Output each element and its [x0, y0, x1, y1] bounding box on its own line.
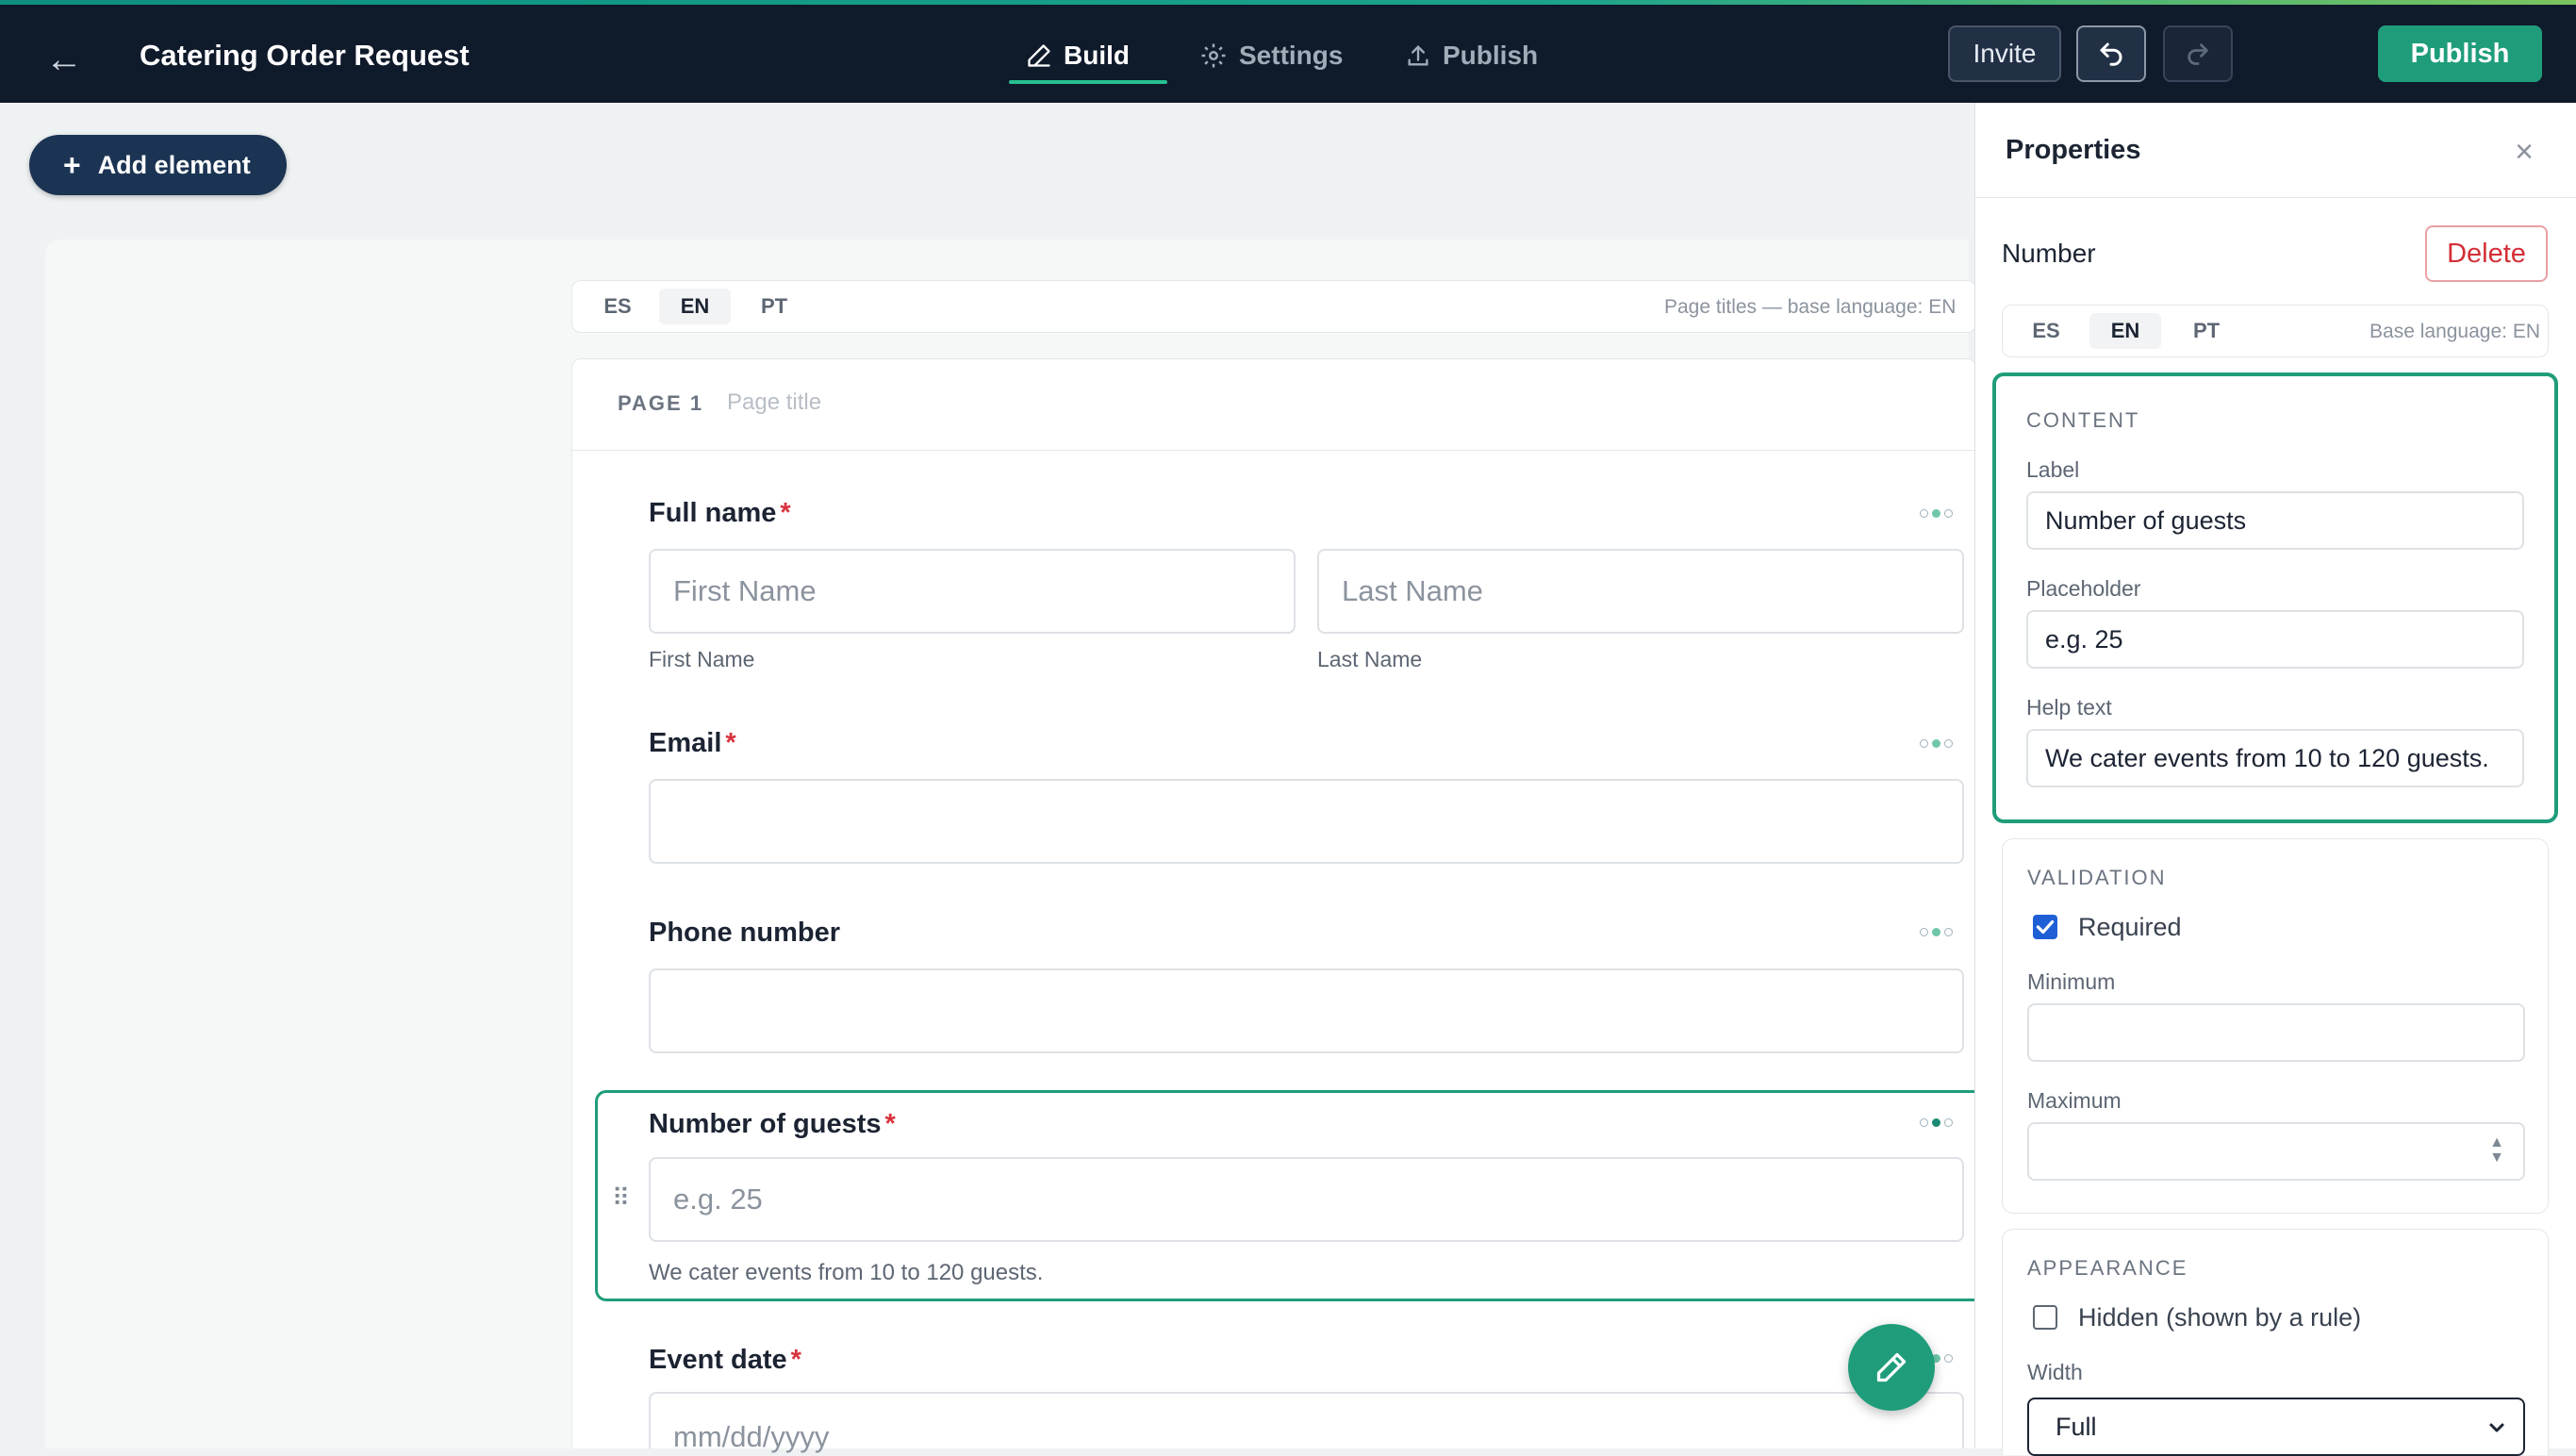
maximum-label: Maximum — [2027, 1088, 2122, 1113]
tab-publish[interactable]: Publish — [1405, 33, 1538, 78]
redo-button[interactable] — [2163, 25, 2233, 82]
page-number: PAGE 1 — [618, 391, 704, 415]
close-icon[interactable]: × — [2505, 133, 2543, 171]
top-bar: ← Catering Order Request Build Settings … — [0, 5, 2576, 103]
label-field-label: Label — [2026, 457, 2080, 482]
gear-icon — [1201, 43, 1226, 68]
last-name-input[interactable]: Last Name — [1317, 549, 1964, 634]
last-name-sublabel: Last Name — [1317, 647, 1423, 671]
invite-button[interactable]: Invite — [1948, 25, 2061, 82]
event-date-input[interactable]: mm/dd/yyyy — [649, 1392, 1964, 1453]
tab-settings-label: Settings — [1239, 41, 1344, 70]
delete-button[interactable]: Delete — [2425, 225, 2548, 282]
placeholder-input[interactable]: e.g. 25 — [2026, 610, 2524, 669]
lang-pt[interactable]: PT — [738, 289, 810, 324]
back-arrow-icon[interactable]: ← — [43, 39, 85, 80]
panel-language-switcher: ES EN PT Base language: EN — [2002, 305, 2549, 357]
lang-es[interactable]: ES — [2010, 313, 2082, 349]
validation-section: VALIDATION Required Minimum Maximum ▲ ▼ — [2002, 838, 2549, 1214]
content-section: CONTENT Label Number of guests Placehold… — [1992, 372, 2558, 823]
publish-button[interactable]: Publish — [2378, 25, 2542, 82]
undo-icon — [2100, 42, 2122, 66]
field-options-icon[interactable] — [1920, 505, 1961, 518]
tab-settings[interactable]: Settings — [1199, 33, 1343, 78]
pencil-icon — [1876, 1352, 1907, 1382]
width-select-value: Full — [2056, 1412, 2097, 1441]
event-date-label: Event date * — [649, 1345, 801, 1376]
guests-help-text: We cater events from 10 to 120 guests. — [649, 1260, 1044, 1285]
first-name-input[interactable]: First Name — [649, 549, 1296, 634]
active-tab-indicator — [1009, 80, 1167, 84]
lang-pt[interactable]: PT — [2171, 313, 2242, 349]
page-header: PAGE 1 Page title — [572, 359, 1975, 451]
required-asterisk: * — [790, 1345, 801, 1375]
pencil-icon — [1028, 44, 1050, 67]
redo-icon — [2188, 43, 2208, 65]
add-element-button[interactable]: + Add element — [29, 135, 287, 195]
appearance-section: APPEARANCE Hidden (shown by a rule) Widt… — [2002, 1229, 2549, 1456]
content-heading: CONTENT — [2026, 408, 2140, 432]
maximum-input[interactable]: ▲ ▼ — [2027, 1122, 2525, 1181]
email-label: Email * — [649, 728, 736, 759]
help-text-field-label: Help text — [2026, 695, 2112, 720]
required-asterisk: * — [780, 498, 791, 528]
minimum-label: Minimum — [2027, 969, 2116, 994]
lang-en[interactable]: EN — [2089, 313, 2161, 349]
panel-language-hint: Base language: EN — [2370, 321, 2540, 342]
label-input[interactable]: Number of guests — [2026, 491, 2524, 550]
canvas-language-hint: Page titles — base language: EN — [1664, 296, 1957, 318]
validation-heading: VALIDATION — [2027, 866, 2167, 889]
placeholder-field-label: Placeholder — [2026, 576, 2141, 601]
required-label: Required — [2078, 913, 2182, 941]
help-text-input[interactable]: We cater events from 10 to 120 guests. — [2026, 729, 2524, 787]
phone-input[interactable] — [649, 968, 1964, 1053]
guests-input[interactable]: e.g. 25 — [649, 1157, 1964, 1242]
full-name-label: Full name * — [649, 498, 791, 529]
minimum-input[interactable] — [2027, 1003, 2525, 1062]
email-input[interactable] — [649, 779, 1964, 864]
field-type-name: Number — [2002, 239, 2096, 268]
field-options-icon[interactable] — [1920, 1115, 1961, 1127]
first-name-sublabel: First Name — [649, 647, 755, 671]
field-options-icon[interactable] — [1920, 736, 1961, 748]
checkmark-icon — [2036, 919, 2055, 935]
page-title-input[interactable]: Page title — [727, 389, 821, 416]
hidden-label: Hidden (shown by a rule) — [2078, 1303, 2362, 1332]
properties-panel: Properties × Number Delete ES EN PT Base… — [1974, 103, 2576, 1456]
spinner-icon[interactable]: ▲ ▼ — [2489, 1135, 2504, 1166]
required-asterisk: * — [884, 1109, 896, 1139]
lang-en[interactable]: EN — [659, 289, 731, 324]
phone-label: Phone number — [649, 918, 841, 948]
hidden-checkbox[interactable] — [2033, 1305, 2057, 1330]
event-date-label-text: Event date — [649, 1345, 787, 1375]
full-name-label-text: Full name — [649, 498, 777, 528]
properties-title: Properties — [2006, 135, 2141, 165]
guests-label-text: Number of guests — [649, 1109, 882, 1139]
undo-button[interactable] — [2076, 25, 2146, 82]
chevron-down-icon — [2489, 1423, 2504, 1432]
guests-label: Number of guests * — [649, 1109, 896, 1140]
edit-fab-button[interactable] — [1848, 1324, 1935, 1411]
tab-build-label: Build — [1064, 41, 1130, 70]
divider — [1975, 197, 2576, 198]
required-checkbox[interactable] — [2033, 915, 2057, 939]
upload-icon — [1408, 45, 1428, 66]
appearance-heading: APPEARANCE — [2027, 1256, 2188, 1280]
drag-handle-icon[interactable]: ⠿ — [612, 1183, 630, 1213]
email-label-text: Email — [649, 728, 722, 758]
tab-publish-label: Publish — [1443, 41, 1539, 70]
field-options-icon[interactable] — [1920, 924, 1961, 936]
tab-build[interactable]: Build — [1026, 33, 1130, 78]
width-select[interactable]: Full — [2027, 1398, 2525, 1456]
lang-es[interactable]: ES — [582, 289, 653, 324]
width-label: Width — [2027, 1360, 2083, 1384]
plus-icon: + — [63, 148, 81, 182]
add-element-label: Add element — [97, 150, 251, 179]
canvas-language-switcher: ES EN PT Page titles — base language: EN — [571, 280, 1976, 333]
required-asterisk: * — [725, 728, 736, 758]
form-title: Catering Order Request — [140, 39, 470, 72]
